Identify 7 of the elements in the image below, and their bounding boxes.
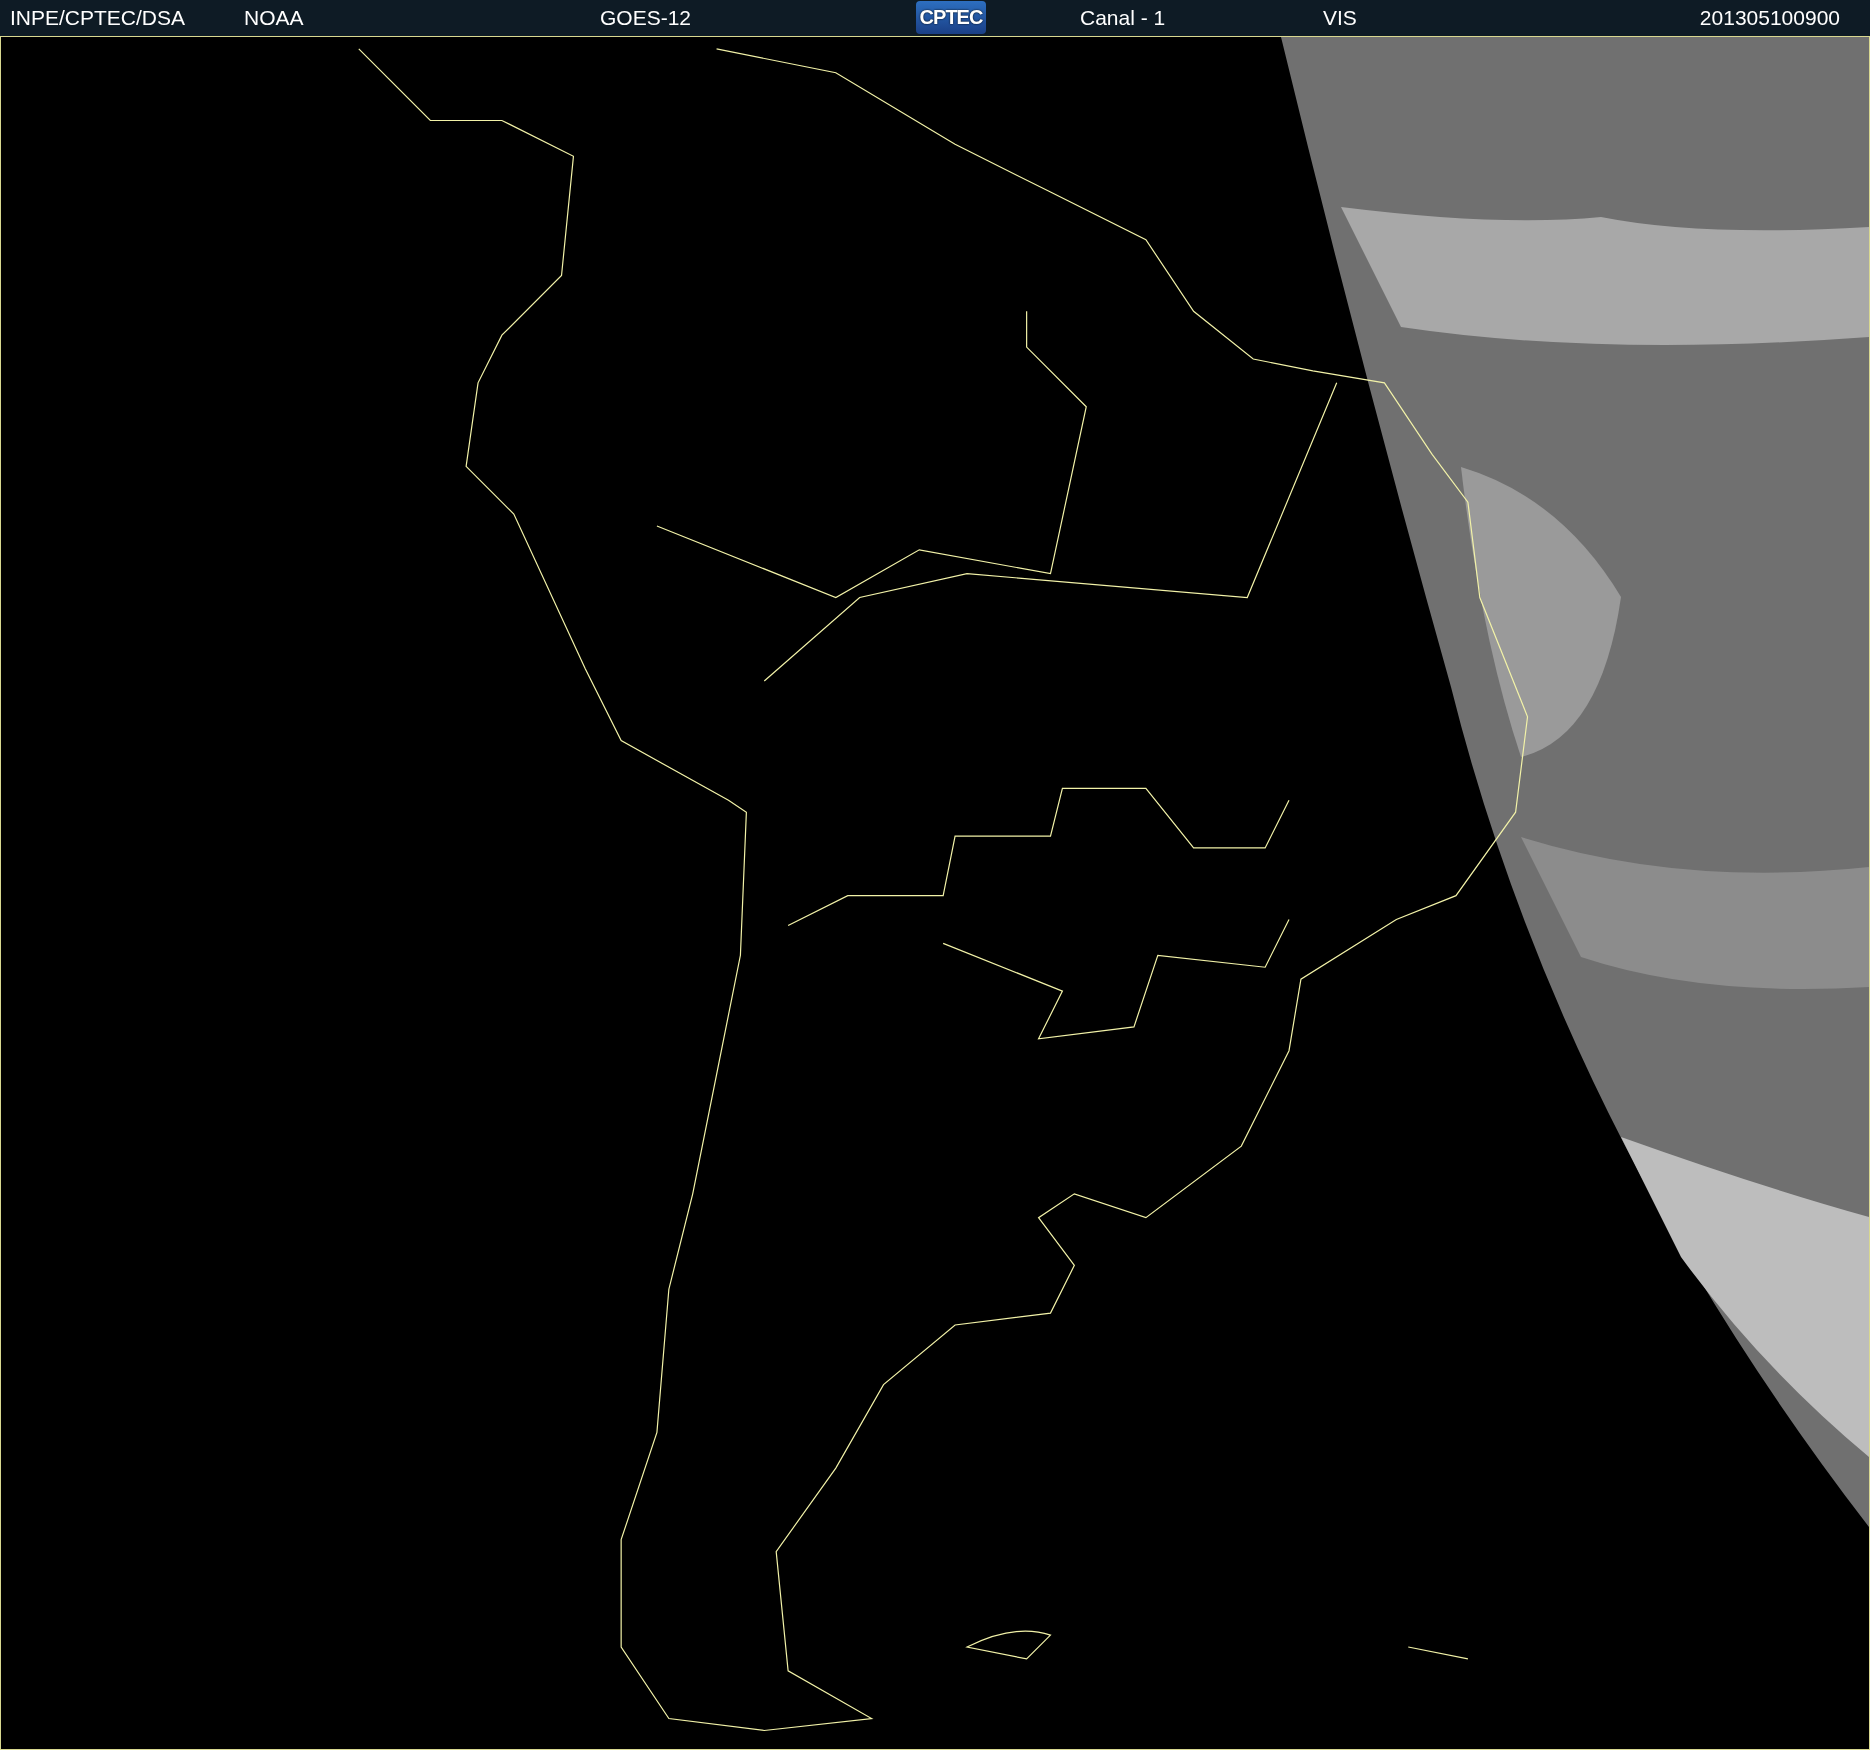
satellite-label: GOES-12 [600, 6, 692, 30]
source-label: NOAA [244, 6, 304, 30]
band-label: VIS [1323, 6, 1357, 30]
channel-label: Canal - 1 [1080, 6, 1166, 30]
logo: CPTEC [916, 1, 986, 34]
timestamp-label: 201305100900 [1699, 6, 1840, 30]
agency-label: INPE/CPTEC/DSA [10, 6, 186, 30]
